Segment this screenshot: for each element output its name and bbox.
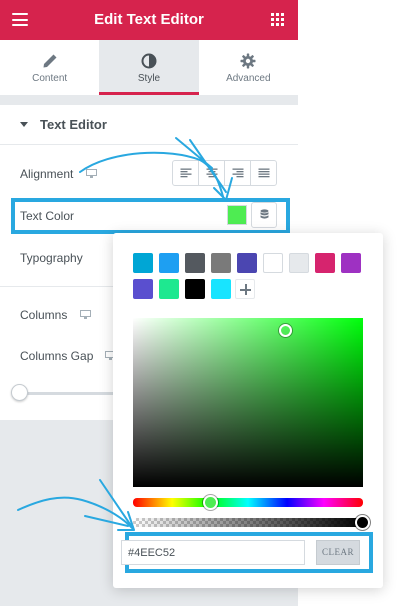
align-justify-icon xyxy=(258,168,269,178)
align-left-icon xyxy=(180,168,191,178)
tab-content-label: Content xyxy=(32,73,68,84)
preset-swatch[interactable] xyxy=(341,253,361,273)
clear-button[interactable]: CLEAR xyxy=(316,540,360,565)
preset-swatch[interactable] xyxy=(211,253,231,273)
columns-gap-label: Columns Gap xyxy=(20,349,94,363)
preset-swatch[interactable] xyxy=(211,279,231,299)
hex-color-input[interactable] xyxy=(121,540,305,565)
color-picker-popover: CLEAR xyxy=(113,233,383,588)
hue-slider-handle[interactable] xyxy=(203,495,218,510)
grid-icon[interactable] xyxy=(271,13,284,26)
columns-gap-slider-track[interactable] xyxy=(20,392,120,395)
typography-label: Typography xyxy=(20,251,83,265)
alpha-slider-handle[interactable] xyxy=(355,515,370,530)
preset-swatch[interactable] xyxy=(133,279,153,299)
add-swatch-button[interactable] xyxy=(235,279,255,299)
section-title: Text Editor xyxy=(40,117,107,132)
columns-label: Columns xyxy=(20,308,68,322)
align-right-icon xyxy=(232,168,243,178)
global-colors-button[interactable] xyxy=(251,202,277,228)
tab-advanced[interactable]: Advanced xyxy=(199,40,298,95)
preset-swatch[interactable] xyxy=(185,279,205,299)
preset-swatch[interactable] xyxy=(185,253,205,273)
gear-icon xyxy=(240,53,256,69)
panel-header: Edit Text Editor xyxy=(0,0,298,40)
preset-swatch[interactable] xyxy=(159,279,179,299)
align-left-button[interactable] xyxy=(173,161,199,185)
preset-swatch[interactable] xyxy=(289,253,309,273)
section-divider xyxy=(0,95,298,105)
half-circle-icon xyxy=(141,53,157,69)
tab-advanced-label: Advanced xyxy=(226,73,271,84)
preset-swatch[interactable] xyxy=(315,253,335,273)
columns-gap-slider-handle[interactable] xyxy=(11,384,28,401)
preset-swatch[interactable] xyxy=(159,253,179,273)
caret-down-icon xyxy=(20,122,28,127)
tab-content[interactable]: Content xyxy=(0,40,99,95)
align-center-button[interactable] xyxy=(199,161,225,185)
alignment-label: Alignment xyxy=(20,167,74,181)
panel-title: Edit Text Editor xyxy=(94,11,204,28)
alpha-slider[interactable] xyxy=(133,518,363,527)
panel-tabs: Content Style Advanced xyxy=(0,40,298,95)
preset-swatch[interactable] xyxy=(133,253,153,273)
section-header[interactable]: Text Editor xyxy=(0,105,298,145)
tab-style-label: Style xyxy=(137,73,161,84)
align-right-button[interactable] xyxy=(225,161,251,185)
align-justify-button[interactable] xyxy=(251,161,276,185)
alignment-button-group xyxy=(172,160,277,186)
preset-swatch[interactable] xyxy=(237,253,257,273)
saturation-area[interactable] xyxy=(133,318,363,487)
text-color-label: Text Color xyxy=(20,209,75,223)
preset-swatch[interactable] xyxy=(263,253,283,273)
saturation-handle[interactable] xyxy=(279,324,292,337)
database-icon xyxy=(260,209,269,219)
tab-style[interactable]: Style xyxy=(99,40,199,95)
text-color-swatch[interactable] xyxy=(227,205,247,225)
desktop-icon[interactable] xyxy=(86,169,97,178)
desktop-icon[interactable] xyxy=(80,310,91,319)
pencil-icon xyxy=(43,54,57,68)
hue-slider[interactable] xyxy=(133,498,363,507)
align-center-icon xyxy=(206,168,217,178)
